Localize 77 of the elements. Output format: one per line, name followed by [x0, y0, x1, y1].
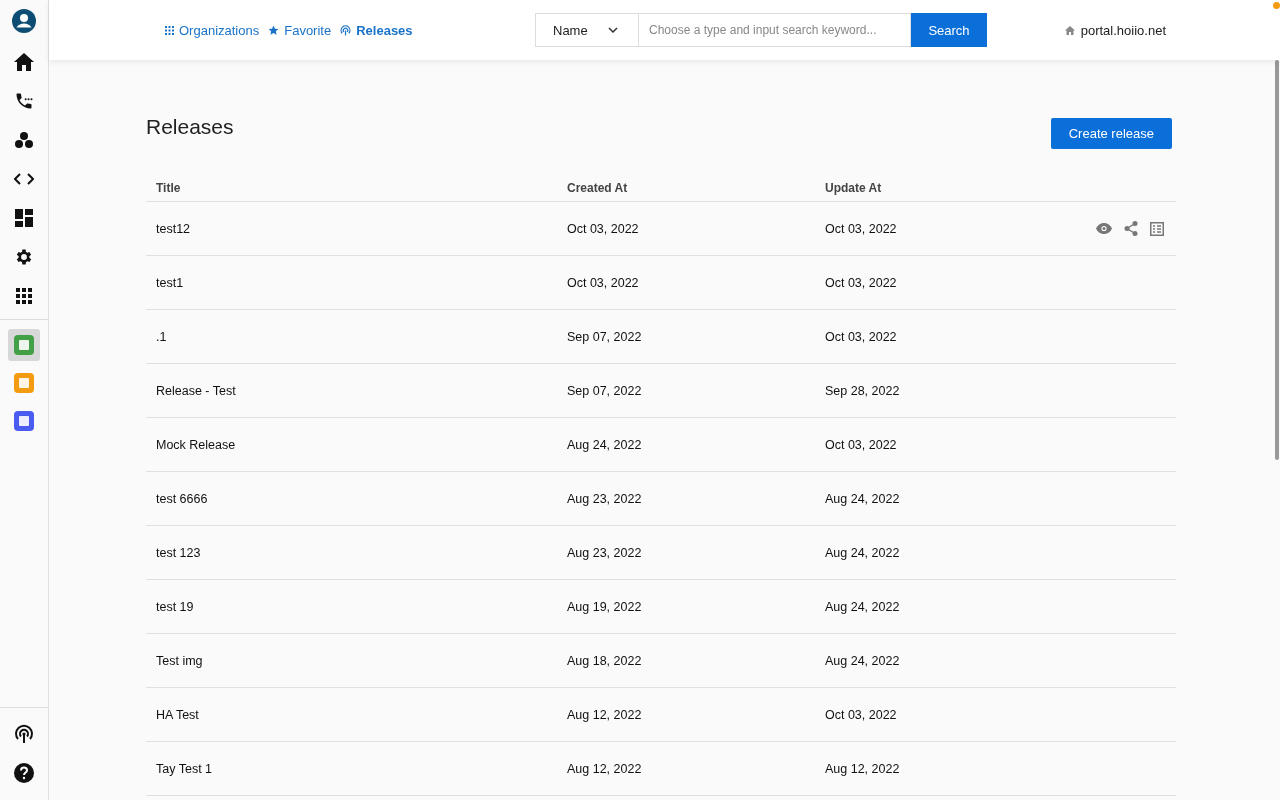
- table-cell-text: Aug 19, 2022: [567, 599, 643, 614]
- table-row[interactable]: HA Test Aug 12, 2022 Oct 03, 2022: [146, 688, 1176, 742]
- create-release-button[interactable]: Create release: [1050, 118, 1172, 149]
- table-cell-text: Aug 24, 2022: [825, 599, 901, 614]
- table-cell-text: HA Test: [156, 707, 200, 722]
- table-cell-text: test 19: [156, 599, 195, 614]
- table-cell-text: Oct 03, 2022: [825, 329, 898, 344]
- table-row[interactable]: Test img Aug 18, 2022 Aug 24, 2022: [146, 634, 1176, 688]
- broadcast-icon[interactable]: [14, 723, 34, 744]
- page-title: Releases: [146, 114, 234, 139]
- group-icon[interactable]: [15, 130, 33, 149]
- table-cell-text: Aug 24, 2022: [567, 437, 643, 452]
- table-cell-text: Release - Test: [156, 383, 237, 398]
- table-cell-text: Tay Test 1: [156, 761, 214, 776]
- avatar-icon[interactable]: [12, 9, 36, 33]
- host-name: portal.hoiio.net: [1080, 22, 1166, 38]
- table-cell-text: Aug 23, 2022: [567, 545, 643, 560]
- share-icon[interactable]: [1124, 221, 1138, 236]
- table-row[interactable]: .1 Sep 07, 2022 Oct 03, 2022: [146, 310, 1176, 364]
- table-cell-text: Aug 24, 2022: [825, 545, 901, 560]
- dashboard-icon[interactable]: [15, 208, 33, 227]
- table-row[interactable]: Release - Test Sep 07, 2022 Sep 28, 2022: [146, 364, 1176, 418]
- table-cell-text: Oct 03, 2022: [825, 221, 898, 236]
- table-cell-text: Test img: [156, 653, 204, 668]
- search-button[interactable]: Search: [911, 13, 987, 47]
- table-row[interactable]: test 19 Aug 19, 2022 Aug 24, 2022: [146, 580, 1176, 634]
- breadcrumb-link[interactable]: Releases: [340, 22, 413, 38]
- table-cell-text: Aug 24, 2022: [825, 653, 901, 668]
- table-cell-text: test12: [156, 221, 192, 236]
- table-cell-text: test1: [156, 275, 185, 290]
- table-row[interactable]: Mock Release Aug 24, 2022 Oct 03, 2022: [146, 418, 1176, 472]
- search-type-select[interactable]: Name: [535, 13, 639, 47]
- table-row[interactable]: test1 Oct 03, 2022 Oct 03, 2022: [146, 256, 1176, 310]
- table-cell-text: Aug 12, 2022: [825, 761, 901, 776]
- app-icon[interactable]: [14, 335, 34, 355]
- home-icon: [1064, 25, 1075, 35]
- table-cell-text: Aug 12, 2022: [567, 761, 643, 776]
- app-tile[interactable]: [8, 329, 40, 361]
- breadcrumb-link[interactable]: Organizations: [165, 22, 260, 38]
- list-icon[interactable]: [1150, 221, 1164, 236]
- table-cell-text: Oct 03, 2022: [567, 275, 640, 290]
- grid-icon: [165, 25, 174, 35]
- column-header[interactable]: Update At: [825, 181, 1166, 195]
- table-cell-text: Oct 03, 2022: [567, 221, 640, 236]
- table-cell-text: .1: [156, 329, 168, 344]
- table-cell-text: Aug 18, 2022: [567, 653, 643, 668]
- table-cell-text: Sep 07, 2022: [567, 383, 643, 398]
- broadcast-icon: [340, 24, 352, 36]
- code-icon[interactable]: [14, 171, 34, 186]
- table-cell-text: Mock Release: [156, 437, 237, 452]
- column-header[interactable]: Created At: [567, 181, 825, 195]
- table-cell-text: Sep 28, 2022: [825, 383, 901, 398]
- table-row[interactable]: test12 Oct 03, 2022 Oct 03, 2022: [146, 202, 1176, 256]
- apps-icon[interactable]: [16, 287, 32, 304]
- help-icon[interactable]: [14, 762, 34, 783]
- table-row[interactable]: Tay Test 1 Aug 12, 2022 Aug 12, 2022: [146, 742, 1176, 796]
- app-icon[interactable]: [14, 411, 34, 431]
- view-icon[interactable]: [1096, 223, 1112, 234]
- table-cell-text: Oct 03, 2022: [825, 275, 898, 290]
- star-icon: [268, 24, 280, 36]
- table-cell-text: Aug 23, 2022: [567, 491, 643, 506]
- table-cell-text: Oct 03, 2022: [825, 437, 898, 452]
- table-cell-text: test 123: [156, 545, 202, 560]
- search-field[interactable]: Choose a type and input search keyword...: [639, 13, 911, 47]
- breadcrumb-link[interactable]: Favorite: [268, 22, 332, 38]
- chevron-icon: [608, 27, 618, 33]
- table-row[interactable]: test 123 Aug 23, 2022 Aug 24, 2022: [146, 526, 1176, 580]
- column-header[interactable]: Title: [156, 181, 567, 195]
- table-cell-text: Oct 03, 2022: [825, 707, 898, 722]
- table-row[interactable]: test 6666 Aug 23, 2022 Aug 24, 2022: [146, 472, 1176, 526]
- notification-dot: [1273, 2, 1280, 9]
- table-cell-text: Aug 24, 2022: [825, 491, 901, 506]
- table-cell-text: test 6666: [156, 491, 209, 506]
- table-cell-text: Aug 12, 2022: [567, 707, 643, 722]
- table-cell-text: Sep 07, 2022: [567, 329, 643, 344]
- home-icon[interactable]: [14, 52, 34, 71]
- scrollbar[interactable]: [1275, 60, 1279, 460]
